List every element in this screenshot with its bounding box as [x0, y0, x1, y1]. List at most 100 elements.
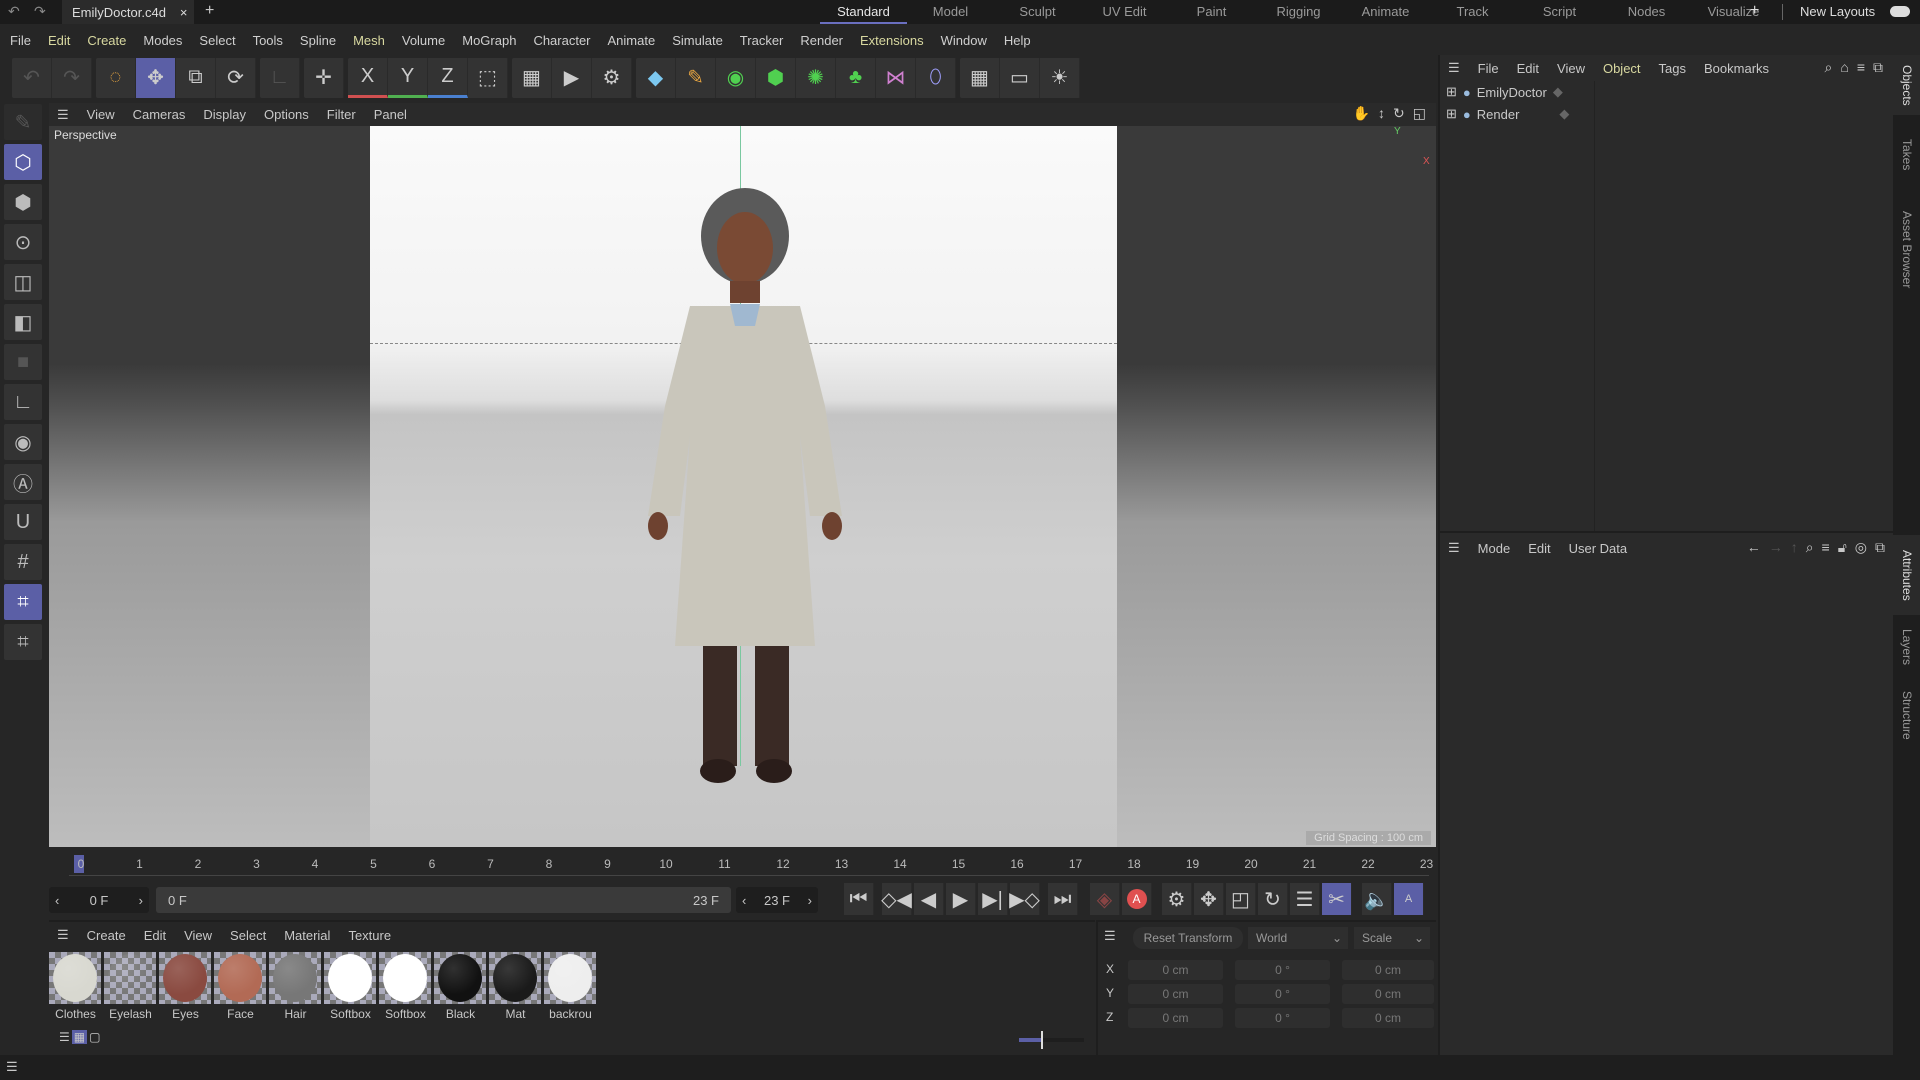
layout-tab-animate[interactable]: Animate [1342, 0, 1429, 24]
material-item[interactable]: Softbox [379, 952, 432, 1021]
go-to-start-icon[interactable]: ⏮ [844, 883, 874, 915]
menu-modes[interactable]: Modes [143, 33, 182, 48]
material-item[interactable]: Face [214, 952, 267, 1021]
material-menu-texture[interactable]: Texture [348, 928, 391, 943]
document-tab[interactable]: EmilyDoctor.c4d × [62, 0, 194, 24]
objects-menu-tags[interactable]: Tags [1659, 61, 1686, 76]
objects-menu-file[interactable]: File [1478, 61, 1499, 76]
key-rotation-icon[interactable]: ↻ [1258, 883, 1288, 915]
object-row-emilydoctor[interactable]: ⊞ ● EmilyDoctor ◆ [1446, 81, 1594, 103]
objects-menu-view[interactable]: View [1557, 61, 1585, 76]
mograph-icon[interactable]: ♣ [836, 57, 876, 98]
next-key-icon[interactable]: ▶◇ [1009, 883, 1040, 915]
rotate-icon[interactable]: ⟳ [216, 57, 256, 98]
menu-simulate[interactable]: Simulate [672, 33, 723, 48]
grid-snap-icon[interactable]: # [4, 544, 42, 580]
object-row-render[interactable]: ⊞ ● Render ◆ [1446, 103, 1594, 125]
side-tab-structure[interactable]: Structure [1893, 680, 1920, 750]
viewport-menu-filter[interactable]: Filter [327, 107, 356, 122]
redo-icon[interactable]: ↷ [34, 3, 46, 20]
key-pla-icon[interactable]: ✂ [1322, 883, 1352, 915]
rotation-field[interactable]: 0 ° [1235, 1008, 1330, 1028]
layout-tab-model[interactable]: Model [907, 0, 994, 24]
layout-tab-rigging[interactable]: Rigging [1255, 0, 1342, 24]
side-tab-objects[interactable]: Objects [1893, 55, 1920, 115]
layout-tab-script[interactable]: Script [1516, 0, 1603, 24]
side-tab-asset-browser[interactable]: Asset Browser [1893, 190, 1920, 310]
go-to-end-icon[interactable]: ⏭ [1048, 883, 1078, 915]
texture-mode-icon[interactable]: Ⓐ [4, 464, 42, 500]
workplane-align-icon[interactable]: ⌗ [4, 624, 42, 660]
rotation-field[interactable]: 0 ° [1235, 984, 1330, 1004]
layer-icon[interactable]: ◆ [1559, 106, 1569, 122]
z-axis-lock[interactable]: Z [428, 57, 468, 98]
menu-file[interactable]: File [10, 33, 31, 48]
layer-icon[interactable]: ◆ [1553, 84, 1563, 100]
viewport-menu-icon[interactable]: ☰ [57, 107, 69, 123]
menu-animate[interactable]: Animate [608, 33, 656, 48]
key-param-icon[interactable]: ☰ [1290, 883, 1320, 915]
thumbnail-size-slider[interactable] [1019, 1031, 1084, 1049]
menu-extensions[interactable]: Extensions [860, 33, 924, 48]
menu-render[interactable]: Render [800, 33, 843, 48]
menu-select[interactable]: Select [199, 33, 235, 48]
material-item[interactable]: Hair [269, 952, 322, 1021]
side-tab-layers[interactable]: Layers [1893, 620, 1920, 675]
material-menu-edit[interactable]: Edit [144, 928, 166, 943]
objects-menu-edit[interactable]: Edit [1517, 61, 1539, 76]
model-mode-icon[interactable]: ⬡ [4, 144, 42, 180]
points-mode-icon[interactable]: ⊙ [4, 224, 42, 260]
new-window-icon[interactable]: ⧉ [1873, 59, 1883, 76]
target-icon[interactable]: ◎ [1855, 539, 1867, 556]
viewport-menu-view[interactable]: View [87, 107, 115, 122]
keyframe-settings-icon[interactable]: ⚙ [1162, 883, 1192, 915]
dolly-icon[interactable]: ↕ [1378, 105, 1385, 122]
layout-tab-track[interactable]: Track [1429, 0, 1516, 24]
layout-tab-paint[interactable]: Paint [1168, 0, 1255, 24]
key-position-icon[interactable]: ✥ [1194, 883, 1224, 915]
current-frame-field[interactable]: ‹ 0 F › [49, 887, 149, 913]
material-menu-create[interactable]: Create [87, 928, 126, 943]
orbit-icon[interactable]: ↻ [1393, 105, 1405, 122]
extrude-icon[interactable]: ⬢ [756, 57, 796, 98]
grid-view-icon[interactable]: ▦ [71, 1030, 88, 1044]
home-icon[interactable]: ⌂ [1840, 59, 1848, 76]
material-menu-material[interactable]: Material [284, 928, 330, 943]
search-icon[interactable]: ⌕ [1806, 539, 1814, 556]
prev-icon[interactable]: ‹ [742, 893, 746, 908]
live-selection-icon[interactable]: ◌ [96, 57, 136, 98]
workplane-lock-icon[interactable]: ⌗ [4, 584, 42, 620]
menu-edit[interactable]: Edit [48, 33, 70, 48]
render-view-icon[interactable]: ▦ [512, 57, 552, 98]
attributes-menu-edit[interactable]: Edit [1528, 541, 1550, 556]
material-menu-select[interactable]: Select [230, 928, 266, 943]
menu-character[interactable]: Character [533, 33, 590, 48]
render-settings-icon[interactable]: ⚙ [592, 57, 632, 98]
menu-volume[interactable]: Volume [402, 33, 445, 48]
prev-key-icon[interactable]: ◇◀ [881, 883, 912, 915]
forward-icon[interactable]: → [1769, 539, 1783, 556]
next-icon[interactable]: › [808, 893, 812, 908]
expand-icon[interactable]: ⊞ [1446, 106, 1457, 122]
next-frame-icon[interactable]: ▶| [978, 883, 1008, 915]
scale-field[interactable]: 0 cm [1342, 960, 1434, 980]
list-view-icon[interactable]: ☰ [59, 1030, 70, 1044]
menu-help[interactable]: Help [1004, 33, 1031, 48]
objects-menu-icon[interactable]: ☰ [1448, 60, 1460, 76]
magnet-snap-icon[interactable]: U [4, 504, 42, 540]
light-icon[interactable]: ☀ [1040, 57, 1080, 98]
material-item[interactable]: Mat [489, 952, 542, 1021]
sound-icon[interactable]: 🔈 [1362, 883, 1392, 915]
position-field[interactable]: 0 cm [1128, 960, 1223, 980]
material-menu-icon[interactable]: ☰ [57, 927, 69, 943]
redo-icon[interactable]: ↷ [52, 57, 92, 98]
subdivision-icon[interactable]: ◉ [716, 57, 756, 98]
coordinate-space-select[interactable]: World ⌄ [1248, 927, 1348, 949]
new-layouts-toggle[interactable] [1890, 6, 1910, 17]
y-axis-lock[interactable]: Y [388, 57, 428, 98]
viewport-menu-options[interactable]: Options [264, 107, 309, 122]
viewport-perspective[interactable]: Perspective Y X Grid Spacing : 100 cm [49, 126, 1436, 847]
attributes-menu-icon[interactable]: ☰ [1448, 540, 1460, 556]
up-icon[interactable]: ↑ [1791, 539, 1798, 556]
range-slider[interactable]: 0 F 23 F [156, 887, 731, 913]
